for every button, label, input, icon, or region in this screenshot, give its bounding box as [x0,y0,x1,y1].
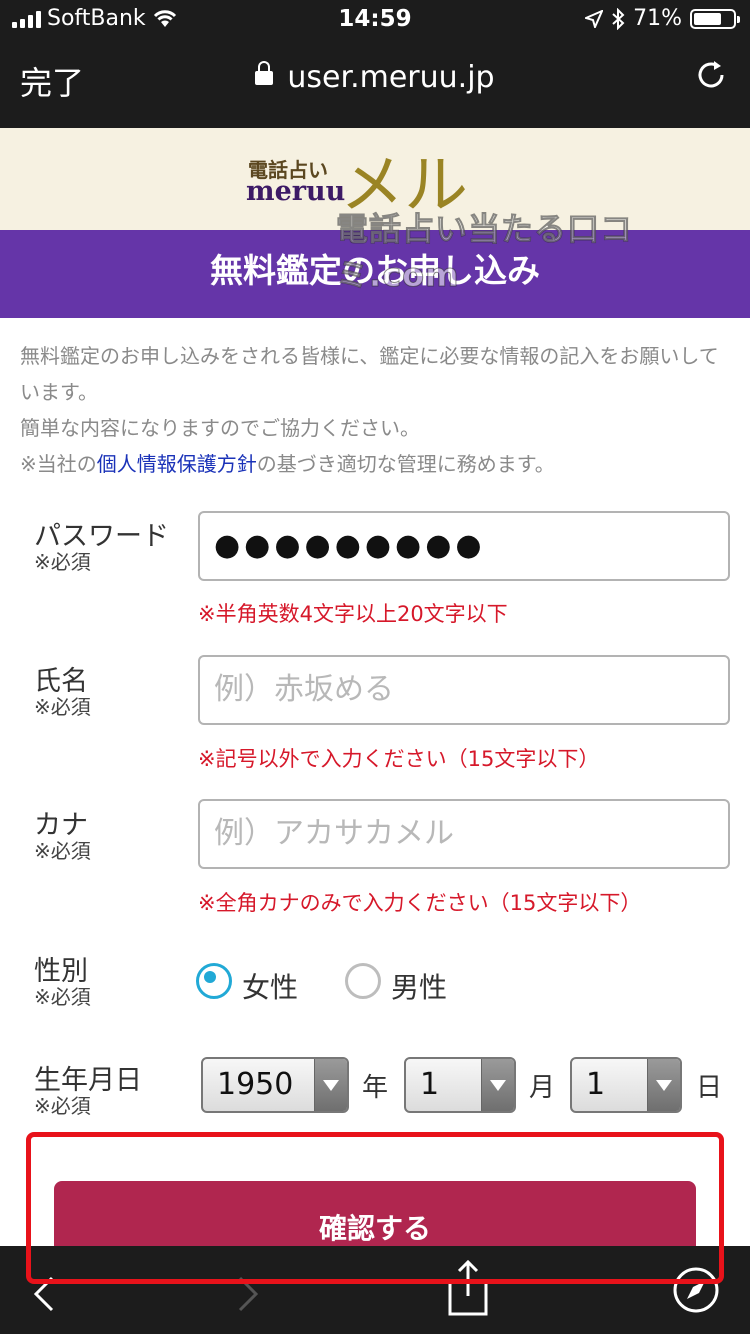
intro-prefix: ※当社の [20,452,97,476]
status-bar: SoftBank 14:59 71% [0,0,750,40]
birth-month-value: 1 [420,1067,440,1102]
birthday-label-text: 生年月日 [34,1065,142,1096]
gender-label: 性別 ※必須 [34,956,91,1009]
kana-label: カナ ※必須 [34,810,91,863]
name-note: ※記号以外で入力ください（15文字以下） [198,747,600,771]
birth-year-value: 1950 [217,1067,294,1102]
intro-text: 無料鑑定のお申し込みをされる皆様に、鑑定に必要な情報の記入をお願いしています。 … [20,338,732,482]
birth-month-select[interactable]: 1 [404,1057,516,1113]
bluetooth-icon [612,7,625,30]
day-unit: 日 [696,1073,723,1103]
privacy-policy-link[interactable]: 個人情報保護方針 [97,452,257,476]
password-label: パスワード ※必須 [34,521,169,574]
url-bar[interactable]: user.meruu.jp [0,60,750,95]
gender-female-label[interactable]: 女性 [242,966,298,1006]
chevron-down-icon [481,1059,514,1111]
kana-field[interactable]: 例）アカサカメル [198,799,730,869]
lock-icon [255,61,274,85]
browser-nav-bar: 完了 user.meruu.jp [0,40,750,128]
watermark: 電話占い当たる口コミ.com [336,210,634,295]
name-field[interactable]: 例）赤坂める [198,655,730,725]
birthday-label: 生年月日 ※必須 [34,1065,142,1118]
birth-day-value: 1 [586,1067,606,1102]
battery-level [694,12,721,25]
month-unit: 月 [529,1073,556,1103]
location-arrow-icon [585,9,604,28]
required-mark: ※必須 [34,1094,91,1118]
gender-male-radio[interactable] [345,963,381,999]
kana-note: ※全角カナのみで入力ください（15文字以下） [198,891,642,915]
password-field[interactable]: ●●●●●●●●● [198,511,730,581]
birth-year-select[interactable]: 1950 [201,1057,349,1113]
intro-suffix: の基づき適切な管理に務めます。 [256,452,555,476]
status-right: 71% [585,6,740,31]
name-label: 氏名 ※必須 [34,666,91,719]
battery-icon [690,8,740,29]
required-mark: ※必須 [34,839,91,863]
year-unit: 年 [362,1073,389,1103]
password-note: ※半角英数4文字以上20文字以下 [198,602,508,626]
intro-line-2: 簡単な内容になりますのでご協力ください。 [20,416,420,440]
highlight-box [26,1132,724,1284]
intro-line-3: ※当社の個人情報保護方針の基づき適切な管理に務めます。 [20,446,732,482]
gender-female-radio[interactable] [196,963,232,999]
birth-day-select[interactable]: 1 [570,1057,682,1113]
battery-percent: 71% [633,6,682,31]
kana-label-text: カナ [34,810,88,841]
chevron-down-icon [647,1059,680,1111]
gender-label-text: 性別 [34,956,88,987]
intro-line-1: 無料鑑定のお申し込みをされる皆様に、鑑定に必要な情報の記入をお願いしています。 [20,344,719,404]
required-mark: ※必須 [34,695,91,719]
required-mark: ※必須 [34,550,91,574]
required-mark: ※必須 [34,985,91,1009]
password-label-text: パスワード [34,521,169,552]
logo-name: meruu [246,176,346,207]
reload-icon[interactable] [694,58,728,92]
chevron-down-icon [314,1059,347,1111]
gender-male-label[interactable]: 男性 [391,966,447,1006]
name-label-text: 氏名 [34,666,88,697]
url-text: user.meruu.jp [287,60,495,95]
